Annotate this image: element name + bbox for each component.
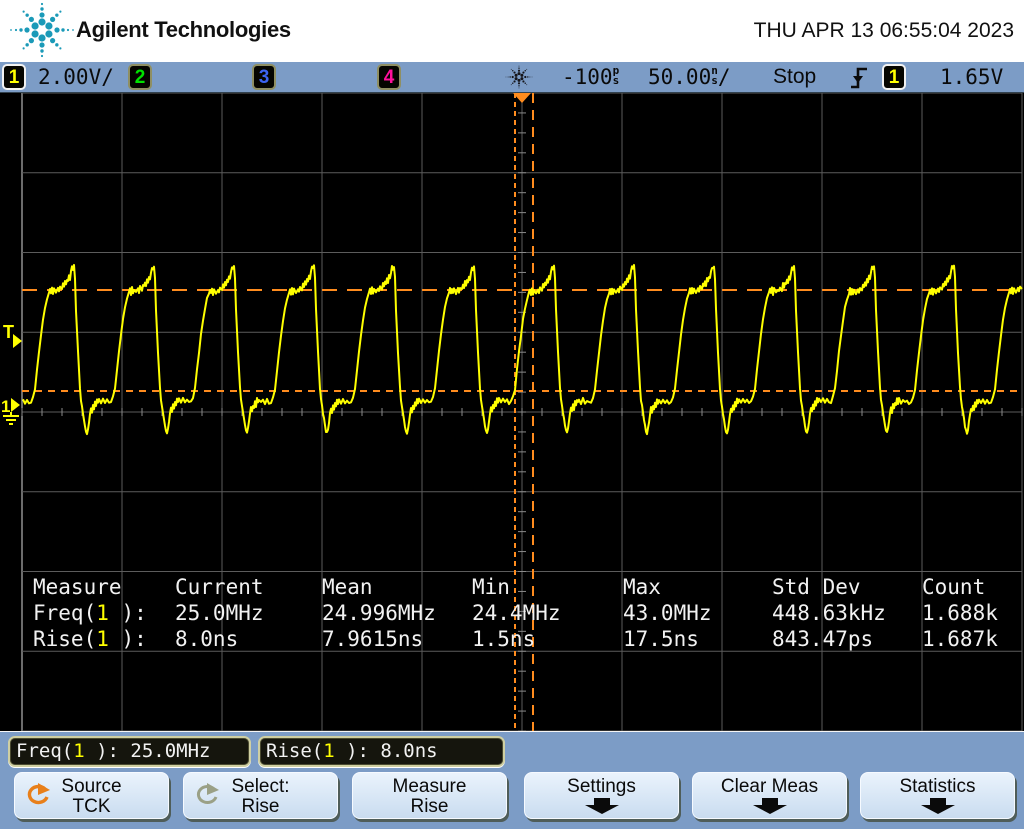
measurement-value: 8.0ns <box>175 627 238 651</box>
down-arrow-icon <box>914 798 962 814</box>
channel2-badge: 2 <box>128 64 152 90</box>
measurement-value: 7.9615ns <box>322 627 423 651</box>
svg-text:T: T <box>3 322 14 342</box>
measurement-value: 25.0MHz <box>175 601 264 625</box>
spark-icon <box>505 64 533 91</box>
col-header: Min <box>472 575 510 599</box>
channel4-badge: 4 <box>377 64 401 90</box>
channel1-ground-marker-icon: 1 <box>1 397 20 424</box>
trigger-level-readout: 1.65V <box>940 65 1003 89</box>
freq-result-badge: Freq(1 ): 25.0MHz <box>8 736 251 767</box>
svg-text:1: 1 <box>1 397 10 416</box>
measurement-value: 1.687k <box>922 627 998 651</box>
measurement-value: 448.63kHz <box>772 601 886 625</box>
measurement-value: 24.996MHz <box>322 601 436 625</box>
trigger-slope-icon <box>848 65 870 91</box>
measurement-value: 843.47ps <box>772 627 873 651</box>
trigger-source-badge: 1 <box>882 64 906 90</box>
measurement-value: 1.5ns <box>472 627 535 651</box>
col-header: Count <box>922 575 985 599</box>
run-state: Stop <box>773 65 816 89</box>
header: Agilent Technologies THU APR 13 06:55:04… <box>0 0 1024 62</box>
softkey-select-button[interactable]: Select: Rise <box>183 772 338 819</box>
datetime-readout: THU APR 13 06:55:04 2023 <box>754 19 1014 43</box>
down-arrow-icon <box>746 798 794 814</box>
rotate-knob-icon <box>193 782 221 808</box>
col-header: Current <box>175 575 264 599</box>
softkey-measure-button[interactable]: Measure Rise <box>352 772 507 819</box>
measurement-value: 1.688k <box>922 601 998 625</box>
bottom-panel: Freq(1 ): 25.0MHz Rise(1 ): 8.0ns Source… <box>0 731 1024 829</box>
agilent-logo-icon <box>8 0 76 62</box>
waveform-display: T 1 Measure Current Mean Min Max Std Dev… <box>0 93 1024 731</box>
col-header: Measure <box>33 575 122 599</box>
measurement-row-label: Freq(1 ): <box>33 601 147 625</box>
rise-result-badge: Rise(1 ): 8.0ns <box>258 736 505 767</box>
oscilloscope-screen: Agilent Technologies THU APR 13 06:55:04… <box>0 0 1024 829</box>
channel1-scale: 2.00V/ <box>38 65 114 89</box>
trigger-level-marker-icon: T <box>3 322 22 348</box>
delay-readout: -100ps <box>562 65 619 89</box>
col-header: Mean <box>322 575 373 599</box>
measurement-row-label: Rise(1 ): <box>33 627 147 651</box>
col-header: Max <box>623 575 661 599</box>
softkey-clear-meas-button[interactable]: Clear Meas <box>692 772 847 819</box>
down-arrow-icon <box>578 798 626 814</box>
brand-title: Agilent Technologies <box>76 17 291 43</box>
measurement-value: 43.0MHz <box>623 601 712 625</box>
measurement-value: 17.5ns <box>623 627 699 651</box>
channel3-badge: 3 <box>252 64 276 90</box>
timebase-readout: 50.00ns/ <box>648 65 731 89</box>
softkey-settings-button[interactable]: Settings <box>524 772 679 819</box>
col-header: Std Dev <box>772 575 861 599</box>
status-bar: 1 2.00V/ 2 3 4 -100ps 50.00ns/ Stop 1 1.… <box>0 62 1024 93</box>
measurement-value: 24.4MHz <box>472 601 561 625</box>
softkey-statistics-button[interactable]: Statistics <box>860 772 1015 819</box>
rotate-knob-icon <box>24 782 52 808</box>
channel1-badge: 1 <box>2 64 26 90</box>
softkey-source-button[interactable]: Source TCK <box>14 772 169 819</box>
